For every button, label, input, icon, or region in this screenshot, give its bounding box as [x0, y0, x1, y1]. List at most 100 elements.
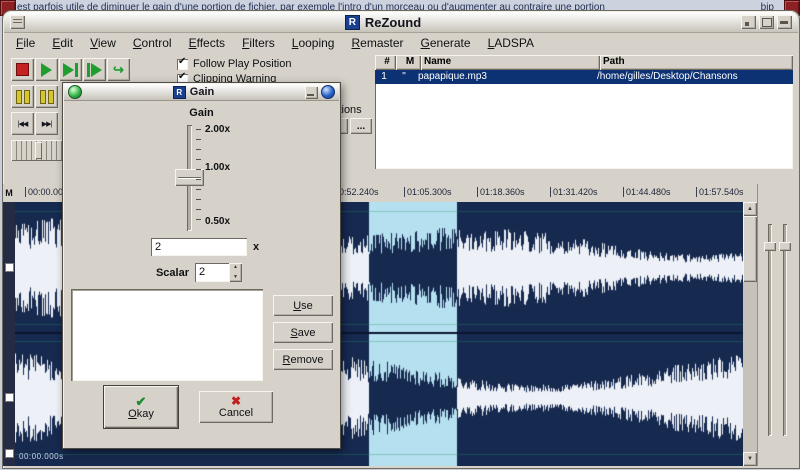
scroll-up-icon: ▲	[747, 206, 753, 212]
cross-icon: ✖	[231, 395, 241, 407]
cancel-label: Cancel	[219, 407, 253, 419]
dialog-minimize-button[interactable]	[305, 86, 318, 99]
file-list-column-header[interactable]: M	[396, 55, 421, 70]
gain-dialog: R Gain Gain 2.00x 1.00x 0.50x x Scalar 2…	[62, 82, 341, 449]
menu-effects[interactable]: Effects	[182, 34, 232, 52]
checkbox-box: ✔	[177, 59, 188, 70]
bar-icon	[87, 63, 90, 77]
zoom-panel	[757, 184, 799, 466]
spin-down-icon[interactable]: ▼	[229, 273, 242, 283]
menu-edit[interactable]: Edit	[45, 34, 80, 52]
close-button[interactable]	[777, 15, 792, 29]
loop-arrow-icon: ↪	[113, 63, 124, 76]
pause-icon	[24, 90, 30, 104]
minimize-icon	[307, 94, 314, 96]
mute-column-header: M	[3, 184, 15, 203]
pause-icon	[16, 90, 22, 104]
menu-ladspa[interactable]: LADSPA	[481, 34, 541, 52]
scalar-label: Scalar	[99, 267, 189, 279]
menu-control[interactable]: Control	[126, 34, 179, 52]
rezound-app-icon: R	[173, 86, 186, 99]
channel-margin	[3, 202, 15, 466]
save-button[interactable]: Save	[273, 322, 333, 343]
save-label: Save	[290, 327, 315, 339]
ruler-label: 01:31.420s	[550, 187, 598, 197]
play-selection-icon	[63, 63, 74, 77]
menu-file[interactable]: File	[9, 34, 42, 52]
remove-button[interactable]: Remove	[273, 349, 333, 370]
menu-looping[interactable]: Looping	[285, 34, 342, 52]
menu-lines-icon	[13, 19, 22, 25]
record-icon	[16, 63, 29, 76]
okay-button[interactable]: ✔ Okay	[103, 385, 179, 429]
pause-button[interactable]	[11, 85, 34, 108]
shuttle-handle[interactable]	[35, 142, 42, 159]
file-list-column-header[interactable]: Name	[421, 55, 600, 70]
stop-button[interactable]	[35, 85, 58, 108]
cancel-button[interactable]: ✖ Cancel	[199, 391, 273, 423]
ruler-label: 01:57.540s	[696, 187, 743, 197]
preset-list[interactable]	[71, 289, 263, 381]
menu-bar: FileEditViewControlEffectsFiltersLooping…	[9, 33, 793, 53]
horizontal-zoom-slider[interactable]	[768, 224, 772, 436]
scalar-spinner[interactable]: 2 ▲ ▼	[195, 263, 242, 282]
use-label: Use	[293, 300, 313, 312]
maximize-button[interactable]	[759, 15, 774, 29]
gain-group-label: Gain	[63, 107, 340, 119]
vertical-zoom-slider[interactable]	[783, 224, 787, 436]
follow-play-position-checkbox[interactable]: ✔ Follow Play Position	[177, 58, 291, 70]
spin-up-icon[interactable]: ▲	[229, 263, 242, 273]
file-list-column-header[interactable]: Path	[600, 55, 793, 70]
record-button[interactable]	[11, 58, 34, 81]
more-options-button[interactable]: ...	[350, 118, 372, 134]
channel-extra-checkbox[interactable]	[5, 449, 14, 458]
gain-value-input[interactable]	[151, 238, 247, 256]
waveform-vertical-scrollbar[interactable]: ▲ ▼	[743, 202, 757, 466]
zoom-slider-handle[interactable]	[764, 242, 776, 251]
file-list-row[interactable]: 1"papapique.mp3/home/gilles/Desktop/Chan…	[375, 70, 793, 84]
file-cell: 1	[375, 70, 393, 84]
rezound-app-icon: R	[345, 15, 360, 30]
file-cell: /home/gilles/Desktop/Chansons	[594, 70, 793, 84]
play-icon	[41, 63, 52, 77]
channel1-mute-checkbox[interactable]	[5, 263, 14, 272]
window-title: ReZound	[365, 15, 421, 30]
play-loop-button[interactable]: ↪	[107, 58, 130, 81]
ruler-label: 01:05.300s	[404, 187, 452, 197]
play-selection-button[interactable]	[59, 58, 82, 81]
slider-tick-label: 0.50x	[205, 216, 230, 227]
skip-to-end-button[interactable]: ▶▶|	[35, 112, 58, 135]
menu-view[interactable]: View	[83, 34, 123, 52]
menu-filters[interactable]: Filters	[235, 34, 282, 52]
file-list-column-header[interactable]: #	[375, 55, 396, 70]
menu-remaster[interactable]: Remaster	[344, 34, 410, 52]
menu-generate[interactable]: Generate	[414, 34, 478, 52]
channel2-mute-checkbox[interactable]	[5, 393, 14, 402]
iconify-button[interactable]	[741, 15, 756, 29]
dialog-ball-icon[interactable]	[321, 85, 335, 99]
scroll-down-button[interactable]: ▼	[743, 452, 757, 466]
use-button[interactable]: Use	[273, 295, 333, 316]
title-bar[interactable]: R ReZound	[4, 12, 798, 33]
remove-label: Remove	[283, 354, 324, 366]
ruler-label: 01:18.360s	[477, 187, 525, 197]
gain-dialog-titlebar[interactable]: R Gain	[64, 84, 339, 101]
desktop: est parfois utile de diminuer le gain d'…	[0, 0, 800, 470]
bar-icon	[75, 63, 78, 77]
file-cell: papapique.mp3	[415, 70, 594, 84]
window-menu-button[interactable]	[10, 15, 25, 29]
skip-to-start-button[interactable]: |◀◀	[11, 112, 34, 135]
gain-unit-label: x	[253, 241, 259, 253]
play-from-cursor-button[interactable]	[83, 58, 106, 81]
zoom-slider-handle[interactable]	[779, 242, 791, 251]
stop-icon	[40, 90, 46, 104]
scalar-value: 2	[195, 263, 229, 282]
scroll-up-button[interactable]: ▲	[743, 202, 757, 216]
scroll-down-icon: ▼	[747, 456, 753, 462]
play-button[interactable]	[35, 58, 58, 81]
file-list-header: #MNamePath	[375, 55, 793, 70]
scrollbar-thumb[interactable]	[743, 216, 757, 282]
dialog-close-ball-icon[interactable]	[68, 85, 82, 99]
iconify-icon	[745, 22, 749, 26]
file-list[interactable]: #MNamePath 1"papapique.mp3/home/gilles/D…	[375, 55, 793, 169]
